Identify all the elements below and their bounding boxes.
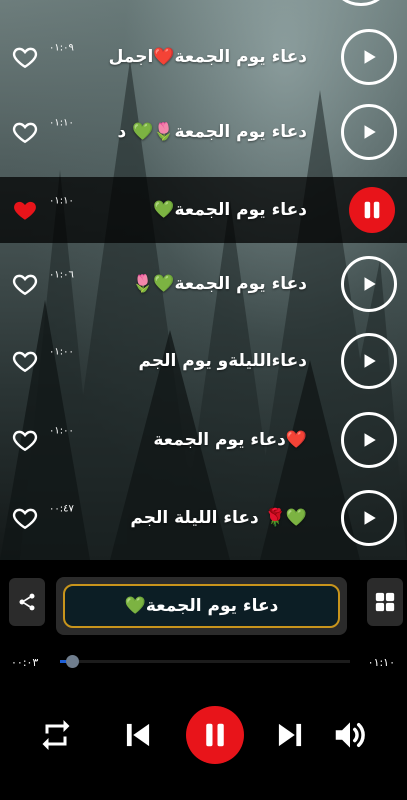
now-playing-box: دعاء يوم الجمعة💚	[56, 577, 347, 635]
track-title: دعاء يوم الجمعة💚	[153, 200, 307, 220]
track-duration: ٠١:٠٦	[49, 269, 74, 281]
grid-icon	[375, 592, 395, 612]
partial-play-button[interactable]	[333, 0, 389, 6]
play-icon	[364, 50, 376, 64]
play-icon	[364, 433, 376, 447]
favorite-button[interactable]	[11, 270, 39, 298]
pause-button[interactable]	[349, 187, 395, 233]
play-button[interactable]	[341, 104, 397, 160]
playlist-item[interactable]: ٠١:٠٦ دعاء يوم الجمعة💚🌷	[0, 244, 407, 324]
seek-bar[interactable]	[60, 655, 350, 668]
heart-icon	[12, 430, 38, 452]
play-button[interactable]	[341, 333, 397, 389]
play-icon	[364, 511, 376, 525]
favorite-button[interactable]	[11, 196, 39, 224]
play-button[interactable]	[341, 256, 397, 312]
heart-icon	[14, 201, 36, 220]
pause-icon	[364, 201, 380, 219]
repeat-button[interactable]	[36, 706, 76, 764]
track-duration: ٠١:٠٩	[49, 42, 74, 54]
pause-icon	[206, 723, 224, 747]
track-title: دعاءالليلةو يوم الجم	[138, 351, 307, 371]
track-duration: ٠١:٠٠	[49, 346, 74, 358]
play-icon	[364, 354, 376, 368]
track-duration: ٠١:٠٠	[49, 425, 74, 437]
heart-icon	[12, 47, 38, 69]
favorite-button[interactable]	[11, 426, 39, 454]
track-duration: ٠١:١٠	[49, 195, 74, 207]
track-duration: ٠١:١٠	[49, 117, 74, 129]
play-button[interactable]	[341, 412, 397, 468]
playlist: ٠١:٠٩ دعاء يوم الجمعة❤️اجمل ٠١:١٠ دعاء يوم …	[0, 0, 407, 560]
heart-icon	[12, 508, 38, 530]
track-title: دعاء يوم الجمعة💚🌷	[132, 274, 307, 294]
play-button[interactable]	[341, 490, 397, 546]
play-button[interactable]	[341, 29, 397, 85]
playlist-item[interactable]: ٠١:١٠ دعاء يوم الجمعة🌷💚 د	[0, 92, 407, 172]
play-icon	[364, 277, 376, 291]
heart-icon	[12, 351, 38, 373]
track-title: 💚🌹 دعاء الليلة الجم	[130, 508, 307, 528]
track-duration: ٠٠:٤٧	[49, 503, 74, 515]
skip-previous-icon	[126, 723, 150, 747]
playlist-item[interactable]: ٠٠:٤٧ 💚🌹 دعاء الليلة الجم	[0, 478, 407, 558]
play-icon	[364, 125, 376, 139]
total-time: ٠١:١٠	[367, 656, 395, 669]
grid-button[interactable]	[367, 578, 403, 626]
favorite-button[interactable]	[11, 118, 39, 146]
playlist-item[interactable]: ٠١:٠٠ ❤️دعاء يوم الجمعة	[0, 400, 407, 480]
track-title: ❤️دعاء يوم الجمعة	[153, 430, 307, 450]
repeat-icon	[42, 720, 70, 750]
heart-icon	[12, 274, 38, 296]
previous-button[interactable]	[118, 706, 158, 764]
track-title: دعاء يوم الجمعة❤️اجمل	[108, 47, 307, 67]
heart-icon	[12, 122, 38, 144]
volume-icon	[335, 722, 365, 748]
playlist-item[interactable]: ٠١:٠٠ دعاءالليلةو يوم الجم	[0, 321, 407, 401]
volume-button[interactable]	[330, 706, 370, 764]
favorite-button[interactable]	[11, 504, 39, 532]
now-playing-title: دعاء يوم الجمعة💚	[63, 584, 340, 628]
seek-thumb[interactable]	[65, 655, 79, 668]
playlist-item[interactable]: ٠١:١٠ دعاء يوم الجمعة💚	[0, 177, 407, 243]
playlist-item[interactable]: ٠١:٠٩ دعاء يوم الجمعة❤️اجمل	[0, 17, 407, 97]
play-pause-button[interactable]	[186, 706, 244, 764]
favorite-button[interactable]	[11, 43, 39, 71]
share-icon	[19, 593, 35, 611]
player-bar: دعاء يوم الجمعة💚 ٠٠:٠٣ ٠١:١٠	[0, 560, 407, 800]
elapsed-time: ٠٠:٠٣	[11, 656, 39, 669]
track-title: دعاء يوم الجمعة🌷💚 د	[117, 122, 308, 142]
skip-next-icon	[278, 723, 302, 747]
share-button[interactable]	[9, 578, 45, 626]
favorite-button[interactable]	[11, 347, 39, 375]
next-button[interactable]	[270, 706, 310, 764]
